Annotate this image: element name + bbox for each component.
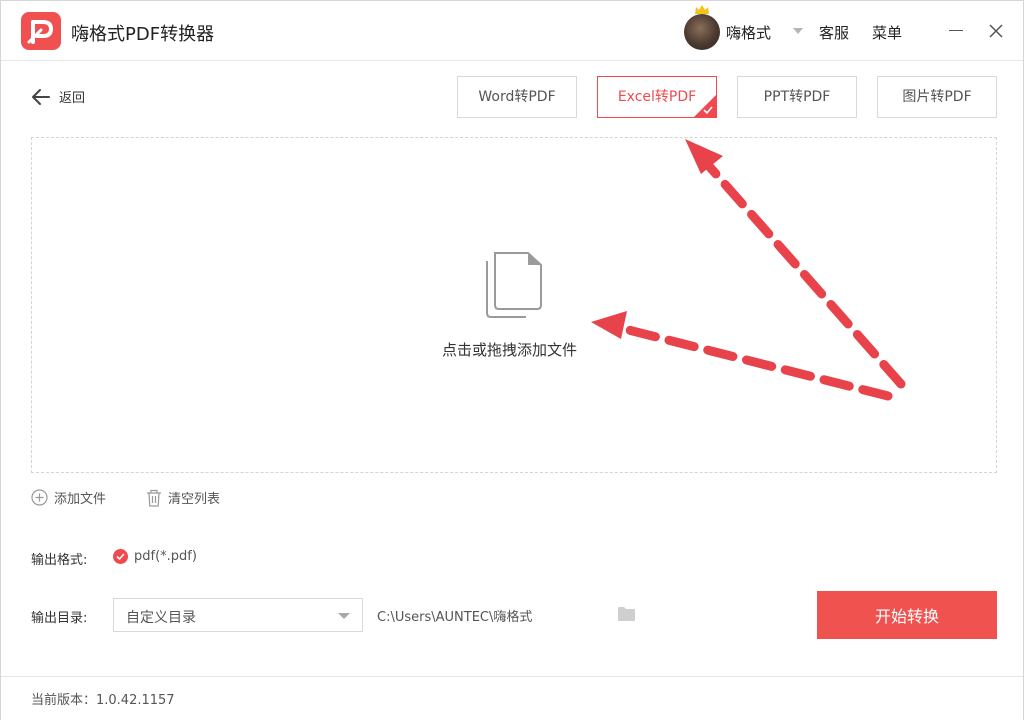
user-dropdown-icon[interactable]: [793, 28, 803, 34]
title-bar: 嗨格式PDF转换器 嗨格式 客服 菜单: [1, 1, 1023, 61]
check-icon: [703, 106, 713, 115]
app-title: 嗨格式PDF转换器: [71, 24, 215, 45]
service-button[interactable]: 客服: [819, 22, 849, 43]
tab-word-to-pdf[interactable]: Word转PDF: [457, 76, 577, 118]
output-format-option[interactable]: pdf(*.pdf): [113, 549, 197, 564]
clear-list-button[interactable]: 清空列表: [146, 488, 220, 507]
drop-zone-label: 点击或拖拽添加文件: [442, 341, 578, 359]
tab-ppt-to-pdf[interactable]: PPT转PDF: [737, 76, 857, 118]
app-window: 嗨格式PDF转换器 嗨格式 客服 菜单 返回 Word转PDF Excel转PD…: [0, 0, 1024, 720]
tab-excel-to-pdf[interactable]: Excel转PDF: [597, 76, 717, 118]
plus-circle-icon: [31, 489, 48, 506]
username[interactable]: 嗨格式: [726, 22, 771, 43]
status-bar: 当前版本：1.0.42.1157: [1, 676, 1023, 720]
check-circle-icon: [113, 549, 128, 564]
chevron-down-icon: [338, 613, 350, 619]
app-logo-icon: [21, 12, 61, 50]
close-icon[interactable]: [987, 22, 1005, 40]
folder-icon[interactable]: [617, 606, 636, 622]
tab-excel-label: Excel转PDF: [617, 89, 697, 105]
add-file-button[interactable]: 添加文件: [31, 488, 106, 507]
back-button[interactable]: 返回: [31, 87, 85, 106]
avatar[interactable]: [684, 14, 720, 50]
output-dir-path: C:\Users\AUNTEC\嗨格式: [377, 610, 533, 625]
output-dir-select[interactable]: 自定义目录: [113, 598, 363, 632]
add-file-label: 添加文件: [54, 492, 107, 507]
arrow-left-icon: [32, 88, 50, 105]
trash-icon: [147, 489, 161, 507]
tab-image-to-pdf[interactable]: 图片转PDF: [877, 76, 997, 118]
output-dir-select-value: 自定义目录: [126, 610, 196, 626]
version-text: 当前版本：1.0.42.1157: [31, 693, 175, 708]
clear-list-label: 清空列表: [168, 492, 221, 507]
document-icon: [486, 252, 542, 318]
output-dir-label: 输出目录:: [31, 611, 88, 626]
back-label: 返回: [59, 91, 86, 106]
menu-button[interactable]: 菜单: [872, 22, 902, 43]
output-format-value: pdf(*.pdf): [134, 549, 197, 564]
start-convert-button[interactable]: 开始转换: [817, 591, 997, 639]
minimize-icon[interactable]: [949, 30, 963, 31]
output-format-label: 输出格式:: [31, 553, 88, 568]
